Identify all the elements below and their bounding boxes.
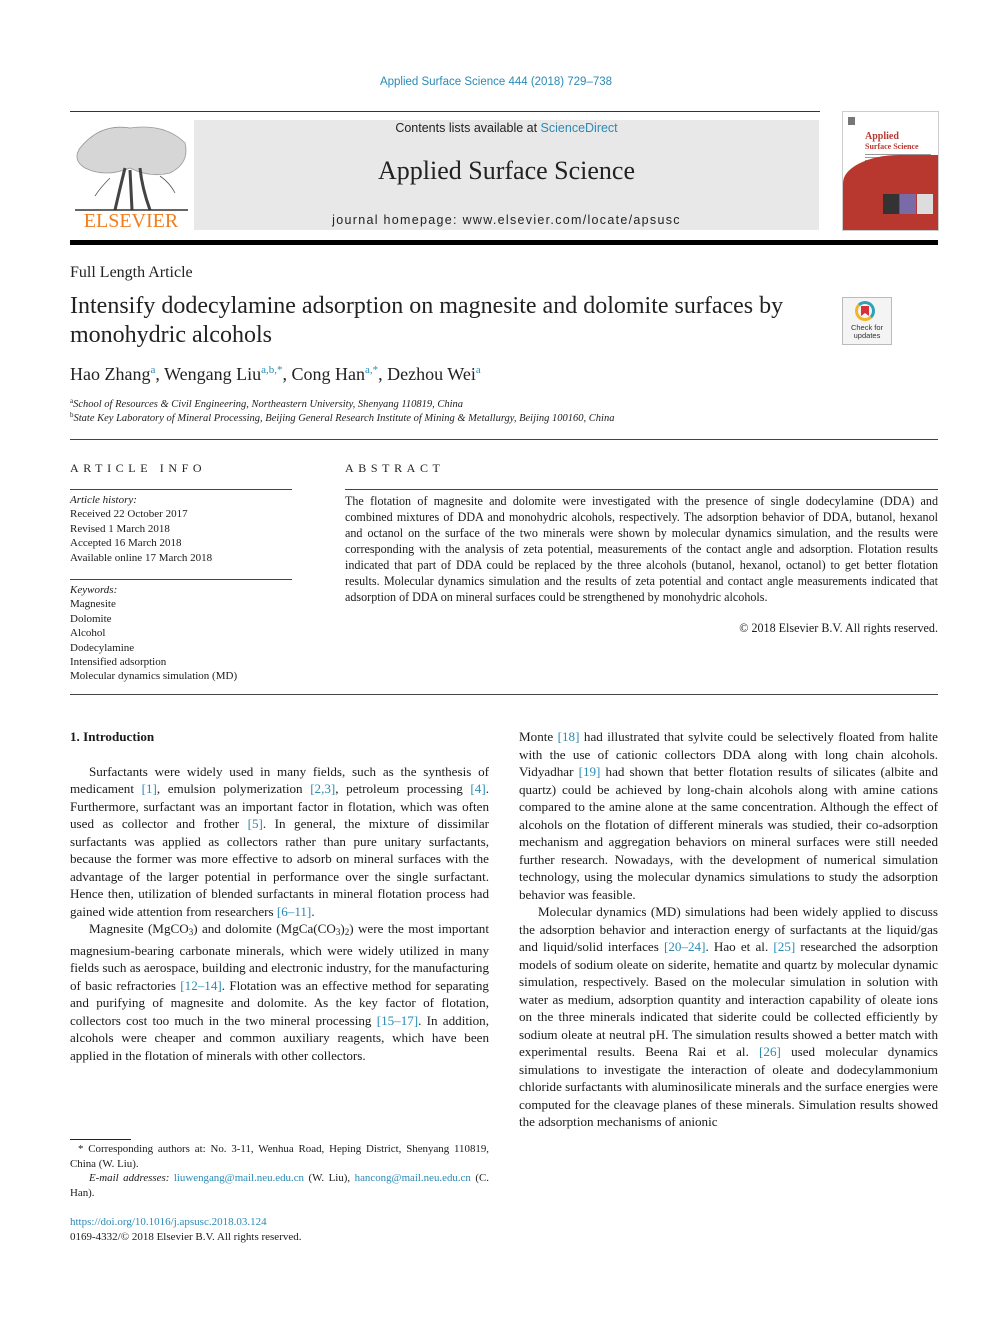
journal-homepage-link[interactable]: journal homepage: www.elsevier.com/locat… <box>194 213 819 227</box>
journal-cover-thumbnail[interactable]: Applied Surface Science <box>842 111 939 231</box>
section-heading: 1. Introduction <box>70 729 155 744</box>
author-affiliation-marker[interactable]: a <box>150 364 155 376</box>
citation-link[interactable]: [12–14] <box>180 978 221 993</box>
history-accepted: Accepted 16 March 2018 <box>70 537 182 550</box>
email-owner: (W. Liu), <box>303 1172 355 1185</box>
divider <box>70 439 938 440</box>
footnote-rule <box>70 1139 131 1140</box>
citation-link[interactable]: [19] <box>579 764 601 779</box>
cover-title-line-1: Applied <box>865 131 899 142</box>
author-name: Wengang Liu <box>164 364 262 384</box>
header-thick-rule <box>70 240 938 245</box>
author[interactable]: Dezhou Weia <box>387 364 481 384</box>
email-link[interactable]: hancong@mail.neu.edu.cn <box>355 1172 471 1184</box>
author-name: Hao Zhang <box>70 364 151 384</box>
subscript: 3 <box>335 927 341 937</box>
check-for-updates-button[interactable]: Check for updates <box>842 297 892 345</box>
keywords: Keywords: Magnesite Dolomite Alcohol Dod… <box>70 583 237 684</box>
article-type: Full Length Article <box>70 264 193 281</box>
citation-link[interactable]: [20–24] <box>664 939 705 954</box>
top-rule <box>70 111 820 112</box>
footnotes: * Corresponding authors at: No. 3-11, We… <box>70 1142 489 1200</box>
citation-link[interactable]: [25] <box>773 939 795 954</box>
divider <box>70 489 292 490</box>
history-revised: Revised 1 March 2018 <box>70 522 170 535</box>
journal-name: Applied Surface Science <box>377 156 635 185</box>
affiliation-text: School of Resources & Civil Engineering,… <box>73 399 464 410</box>
cover-red-panel <box>843 155 938 230</box>
keyword: Dodecylamine <box>70 641 135 654</box>
article-history-label: Article history: <box>70 494 137 506</box>
keyword: Dolomite <box>70 612 112 625</box>
keyword: Intensified adsorption <box>70 656 167 669</box>
divider <box>345 489 938 490</box>
email-label: E-mail addresses: <box>89 1172 174 1185</box>
abstract-heading: ABSTRACT <box>345 461 445 475</box>
contents-line: Contents lists available at ScienceDirec… <box>194 121 819 135</box>
paragraph: Magnesite (MgCO3) and dolomite (MgCa(CO3… <box>70 921 489 1063</box>
article-history: Article history: Received 22 October 201… <box>70 493 212 565</box>
keywords-label: Keywords: <box>70 584 118 596</box>
citation-link[interactable]: [18] <box>558 729 580 744</box>
body-column-left: 1. Introduction Surfactants were widely … <box>70 728 489 1064</box>
author[interactable]: Cong Hana,* <box>291 364 378 384</box>
affiliation-text: State Key Laboratory of Mineral Processi… <box>73 413 615 424</box>
divider <box>70 579 292 580</box>
paragraph: Monte [18] had illustrated that sylvite … <box>519 729 938 902</box>
cover-title-line-2: Surface Science <box>865 142 919 151</box>
cover-publisher-icon <box>848 117 855 125</box>
citation-link[interactable]: [6–11] <box>277 904 311 919</box>
author-affiliation-marker[interactable]: a,* <box>365 364 378 376</box>
citation-link[interactable]: [4] <box>470 781 485 796</box>
paragraph: Molecular dynamics (MD) simulations had … <box>519 904 938 1129</box>
author-list: Hao Zhanga, Wengang Liua,b,*, Cong Hana,… <box>70 364 481 384</box>
citation-link[interactable]: [15–17] <box>377 1013 418 1028</box>
citation-link[interactable]: [26] <box>759 1044 781 1059</box>
author-affiliation-marker[interactable]: a <box>476 364 481 376</box>
journal-citation-link[interactable]: Applied Surface Science 444 (2018) 729–7… <box>0 76 992 88</box>
history-online: Available online 17 March 2018 <box>70 551 213 564</box>
subscript: 3 <box>188 927 194 937</box>
keyword: Molecular dynamics simulation (MD) <box>70 670 238 683</box>
body-column-right: Monte [18] had illustrated that sylvite … <box>519 728 938 1131</box>
email-link[interactable]: liuwengang@mail.neu.edu.cn <box>174 1172 304 1184</box>
divider <box>70 694 938 695</box>
article-info-heading: ARTICLE INFO <box>70 461 207 475</box>
author-name: Dezhou Wei <box>387 364 476 384</box>
author-name: Cong Han <box>291 364 365 384</box>
abstract-text: The flotation of magnesite and dolomite … <box>345 494 938 604</box>
elsevier-wordmark: ELSEVIER <box>83 210 179 232</box>
author[interactable]: Hao Zhanga <box>70 364 155 384</box>
corresponding-author-note: * Corresponding authors at: No. 3-11, We… <box>70 1143 489 1170</box>
paragraph: Surfactants were widely used in many fie… <box>70 763 489 919</box>
article-title: Intensify dodecylamine adsorption on mag… <box>70 293 784 348</box>
issn-copyright: 0169-4332/© 2018 Elsevier B.V. All right… <box>70 1231 302 1243</box>
keyword: Magnesite <box>70 598 116 611</box>
cover-images <box>883 194 933 214</box>
subscript: 2 <box>344 927 350 937</box>
doi-link[interactable]: https://doi.org/10.1016/j.apsusc.2018.03… <box>70 1216 267 1228</box>
email-note: E-mail addresses: liuwengang@mail.neu.ed… <box>70 1171 489 1200</box>
crossmark-label: Check for updates <box>843 324 891 340</box>
crossmark-label-line-2: updates <box>853 331 881 340</box>
history-received: Received 22 October 2017 <box>70 508 188 521</box>
affiliation-b: bState Key Laboratory of Mineral Process… <box>70 411 614 424</box>
contents-prefix: Contents lists available at <box>395 121 541 135</box>
citation-link[interactable]: [5] <box>248 816 263 831</box>
cover-title: Applied Surface Science <box>865 132 919 152</box>
citation-link[interactable]: [1] <box>142 781 157 796</box>
abstract-copyright: © 2018 Elsevier B.V. All rights reserved… <box>739 621 938 635</box>
author[interactable]: Wengang Liua,b,* <box>164 364 282 384</box>
citation-link[interactable]: [2,3] <box>310 781 335 796</box>
author-affiliation-marker[interactable]: a,b,* <box>261 364 282 376</box>
keyword: Alcohol <box>70 627 106 640</box>
sciencedirect-link[interactable]: ScienceDirect <box>541 121 618 135</box>
affiliation-a: aSchool of Resources & Civil Engineering… <box>70 397 463 410</box>
